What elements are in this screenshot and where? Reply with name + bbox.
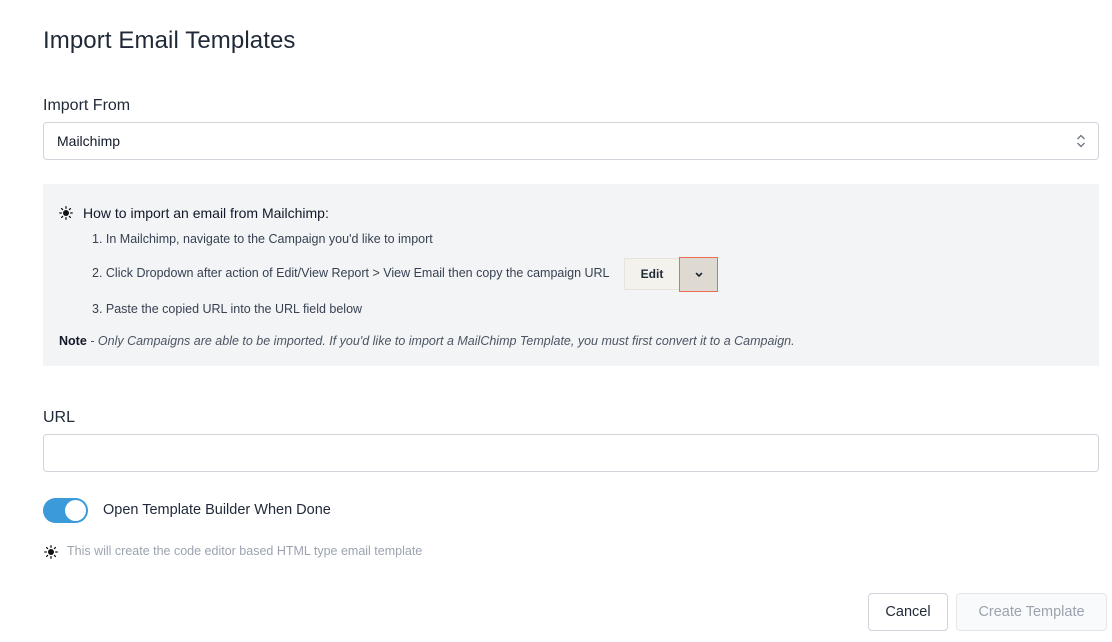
instruction-step-2: 2. Click Dropdown after action of Edit/V… — [92, 266, 610, 280]
select-chevrons-icon — [1077, 134, 1085, 148]
edit-button-illustration: Edit — [624, 258, 680, 290]
open-template-builder-toggle[interactable] — [43, 498, 88, 523]
lightbulb-icon — [59, 206, 73, 220]
import-from-label: Import From — [43, 97, 131, 114]
dropdown-button-illustration — [679, 257, 718, 292]
instructions-panel: How to import an email from Mailchimp: 1… — [43, 184, 1099, 366]
instruction-step-1: 1. In Mailchimp, navigate to the Campaig… — [92, 232, 433, 246]
import-from-selected-value: Mailchimp — [57, 133, 121, 149]
toggle-label: Open Template Builder When Done — [103, 502, 331, 518]
create-template-button[interactable]: Create Template — [956, 593, 1107, 631]
note-text: - Only Campaigns are able to be imported… — [86, 334, 795, 348]
instructions-note: Note - Only Campaigns are able to be imp… — [59, 334, 795, 348]
page-title: Import Email Templates — [43, 27, 296, 54]
toggle-knob — [65, 500, 86, 521]
url-label: URL — [43, 409, 76, 426]
note-label: Note — [59, 334, 87, 348]
instruction-step-3: 3. Paste the copied URL into the URL fie… — [92, 302, 363, 316]
cancel-button[interactable]: Cancel — [868, 593, 948, 631]
url-input[interactable] — [43, 434, 1099, 472]
chevron-down-icon — [695, 272, 702, 277]
hint-lightbulb-icon — [44, 545, 58, 559]
hint-text: This will create the code editor based H… — [67, 544, 423, 558]
import-from-select[interactable]: Mailchimp — [43, 122, 1099, 160]
instructions-title: How to import an email from Mailchimp: — [83, 205, 329, 221]
